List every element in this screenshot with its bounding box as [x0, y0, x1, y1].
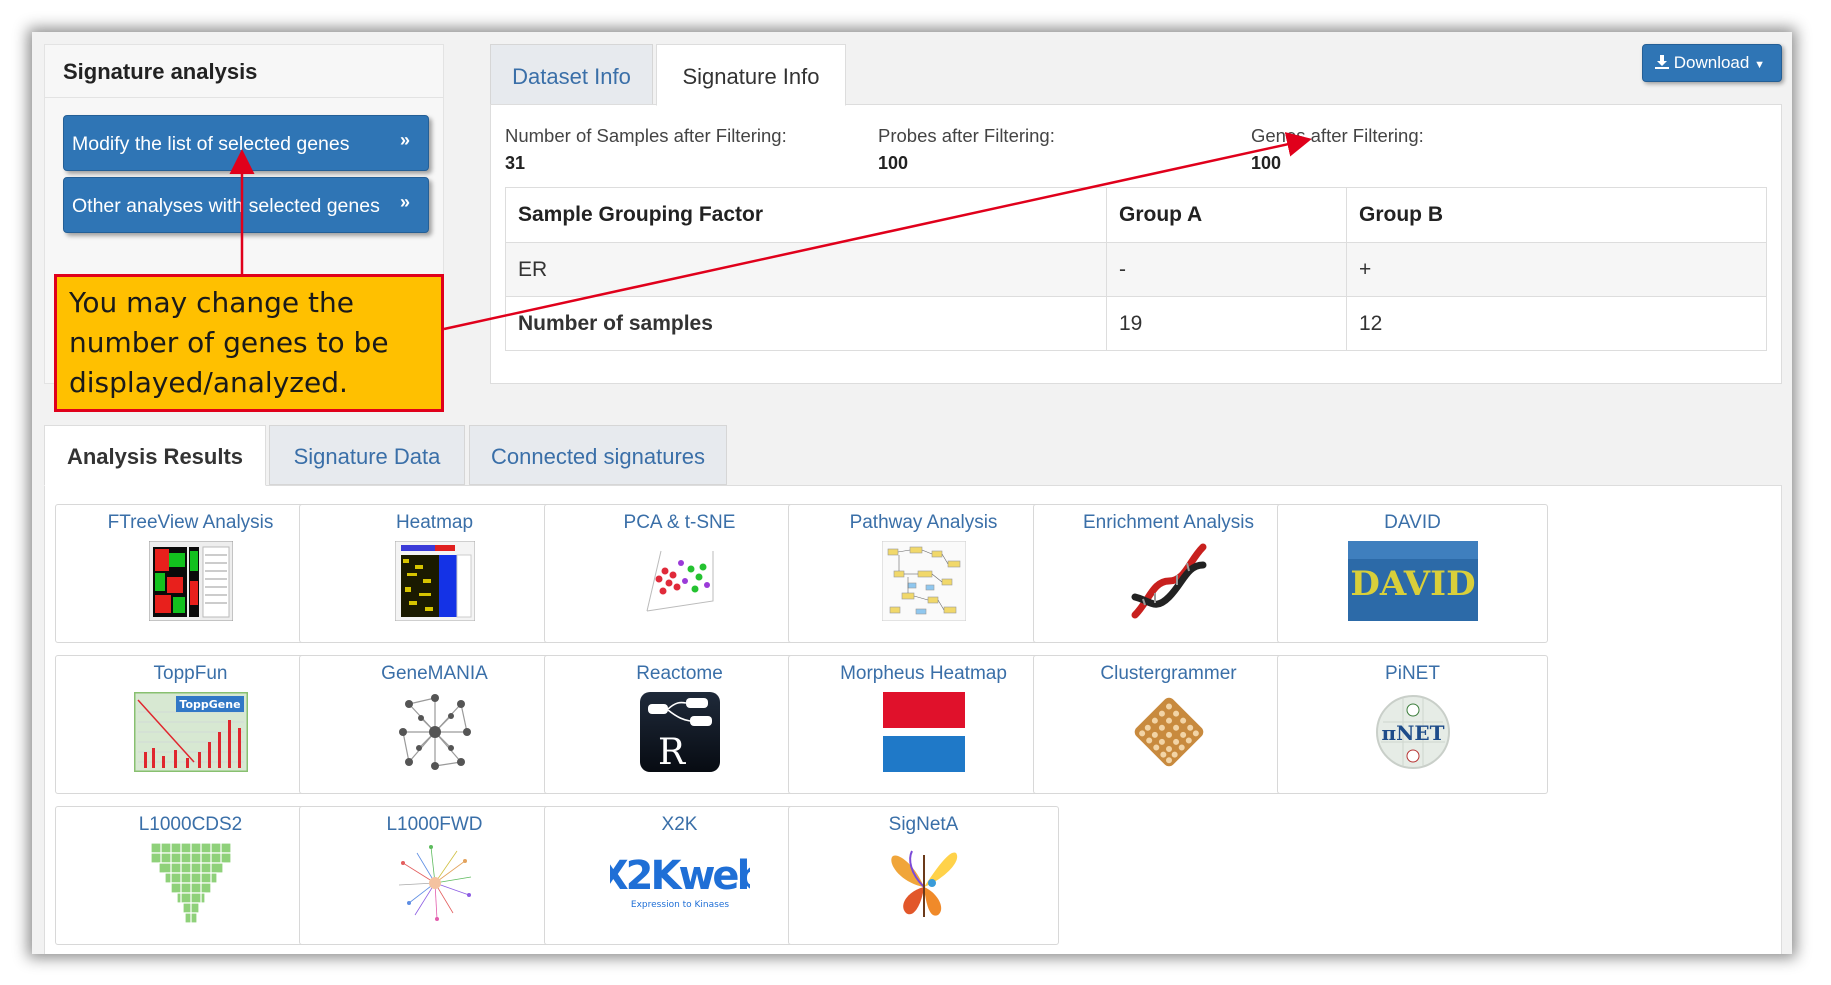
david-logo-icon: DAVID [1347, 541, 1478, 621]
probes-value: 100 [878, 153, 909, 173]
reactome-icon: R [639, 692, 720, 772]
analysis-card-toppfun[interactable]: ToppFun ToppGene [55, 655, 326, 794]
table-cell: - [1106, 242, 1347, 297]
tab-dataset-info[interactable]: Dataset Info [490, 44, 653, 105]
modify-genes-label: Modify the list of selected genes [72, 133, 350, 155]
butterfly-icon [890, 850, 957, 917]
analysis-card-pathway[interactable]: Pathway Analysis [788, 504, 1059, 643]
l1000cds2-icon [150, 843, 231, 923]
analysis-card-reactome[interactable]: Reactome R [544, 655, 815, 794]
sidebar-title: Signature analysis [63, 59, 258, 84]
pinet-icon: πNET [1375, 695, 1450, 769]
card-label: Morpheus Heatmap [840, 663, 1007, 684]
card-label: Clustergrammer [1100, 663, 1237, 684]
analysis-results-panel: FTreeView Analysis Heatmap PCA & t-SNE P… [44, 485, 1782, 954]
tab-signature-data[interactable]: Signature Data [269, 425, 465, 485]
samples-value: 31 [505, 153, 526, 173]
grouping-table: Sample Grouping Factor Group A Group B E… [505, 187, 1767, 351]
toppgene-logo-text: ToppGene [179, 698, 240, 711]
ftreeview-icon [148, 541, 233, 621]
table-cell: 19 [1106, 296, 1347, 351]
pca-icon [636, 541, 723, 621]
analysis-card-genemania[interactable]: GeneMANIA [299, 655, 570, 794]
card-label: ToppFun [153, 663, 228, 684]
analysis-card-l1000cds2[interactable]: L1000CDS2 [55, 806, 326, 945]
analysis-card-clustergrammer[interactable]: Clustergrammer [1033, 655, 1304, 794]
analysis-card-ftreeview[interactable]: FTreeView Analysis [55, 504, 326, 643]
tab-connected-signatures[interactable]: Connected signatures [469, 425, 727, 485]
network-icon [398, 694, 471, 770]
card-label: L1000FWD [386, 814, 483, 835]
download-icon [1655, 55, 1669, 69]
analysis-card-signeta[interactable]: SigNetA [788, 806, 1059, 945]
divider [45, 97, 443, 98]
card-label: PiNET [1385, 663, 1440, 684]
chevron-right-icon: » [399, 130, 410, 150]
heatmap-icon [394, 541, 475, 621]
download-button[interactable]: Download ▼ [1642, 44, 1782, 82]
annotation-callout: You may change the number of genes to be… [54, 274, 444, 412]
card-label: FTreeView Analysis [107, 512, 274, 533]
analysis-card-pinet[interactable]: PiNET πNET [1277, 655, 1548, 794]
x2k-logo-subtext: Expression to Kinases [630, 900, 728, 910]
card-label: L1000CDS2 [138, 814, 243, 835]
pathway-icon [881, 541, 966, 621]
card-label: SigNetA [888, 814, 959, 835]
genes-label: Genes after Filtering: [1251, 125, 1424, 146]
table-cell: Number of samples [505, 296, 1107, 351]
card-label: Heatmap [395, 512, 474, 533]
table-header-row: Sample Grouping Factor Group A Group B [505, 187, 1767, 243]
card-label: PCA & t-SNE [623, 512, 736, 533]
analysis-card-david[interactable]: DAVID DAVID [1277, 504, 1548, 643]
table-row: Number of samples 19 12 [505, 296, 1767, 351]
signature-info-panel: Number of Samples after Filtering: 31 Pr… [490, 104, 1782, 384]
table-header: Group B [1346, 187, 1767, 243]
table-cell: + [1346, 242, 1767, 297]
card-label: Pathway Analysis [849, 512, 998, 533]
table-cell: 12 [1346, 296, 1767, 351]
analysis-card-morpheus[interactable]: Morpheus Heatmap [788, 655, 1059, 794]
card-label: Reactome [636, 663, 723, 684]
chevron-right-icon: » [399, 192, 410, 212]
download-label: Download [1673, 53, 1750, 72]
tab-signature-info[interactable]: Signature Info [656, 44, 846, 106]
table-row: ER - + [505, 242, 1767, 297]
analysis-card-l1000fwd[interactable]: L1000FWD [299, 806, 570, 945]
genes-value: 100 [1251, 153, 1282, 173]
other-analyses-label: Other analyses with selected genes [72, 195, 380, 217]
clustergrammer-icon [1134, 697, 1203, 767]
analysis-card-enrichment[interactable]: Enrichment Analysis [1033, 504, 1304, 643]
card-label: GeneMANIA [381, 663, 488, 684]
card-label: X2K [661, 814, 698, 835]
x2k-logo-text: X2Kweb [610, 853, 750, 899]
app-frame: Signature analysis Modify the list of se… [32, 32, 1792, 954]
analysis-card-x2k[interactable]: X2K X2Kweb Expression to Kinases [544, 806, 815, 945]
table-cell: ER [505, 242, 1107, 297]
card-label: Enrichment Analysis [1082, 512, 1255, 533]
table-header: Group A [1106, 187, 1347, 243]
pinet-logo-text: πNET [1381, 721, 1444, 745]
analysis-card-heatmap[interactable]: Heatmap [299, 504, 570, 643]
samples-label: Number of Samples after Filtering: [505, 125, 787, 146]
analysis-card-pca[interactable]: PCA & t-SNE [544, 504, 815, 643]
tab-analysis-results[interactable]: Analysis Results [44, 425, 266, 486]
toppgene-icon: ToppGene [133, 692, 248, 772]
modify-genes-button[interactable]: Modify the list of selected genes » [63, 115, 429, 171]
l1000fwd-icon [398, 845, 471, 921]
probes-label: Probes after Filtering: [878, 125, 1055, 146]
david-logo-text: DAVID [1350, 564, 1475, 604]
x2k-logo-icon: X2Kweb Expression to Kinases [610, 853, 750, 910]
card-label: DAVID [1384, 512, 1441, 533]
other-analyses-button[interactable]: Other analyses with selected genes » [63, 177, 429, 233]
morpheus-icon [882, 692, 965, 772]
table-header: Sample Grouping Factor [505, 187, 1107, 243]
dna-icon [1131, 543, 1206, 619]
reactome-logo-text: R [658, 732, 686, 772]
caret-down-icon: ▼ [1754, 59, 1765, 71]
